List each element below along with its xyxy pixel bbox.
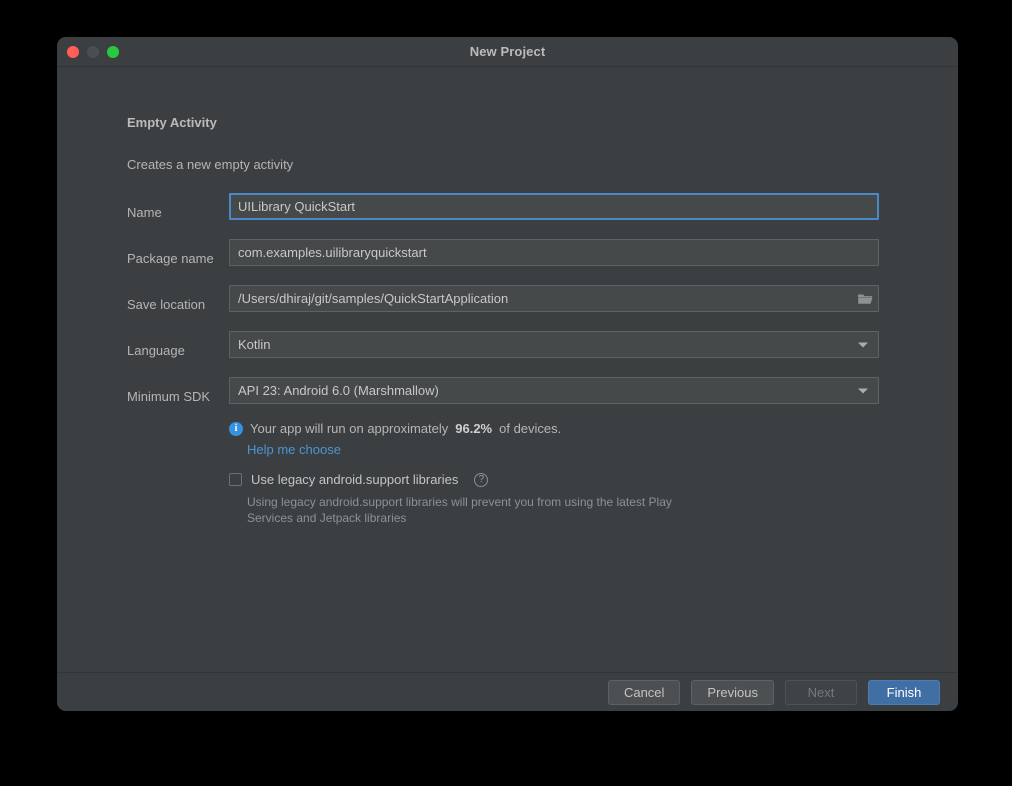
language-dropdown-value: Kotlin — [238, 337, 271, 352]
label-name: Name — [127, 205, 162, 220]
chevron-down-icon[interactable] — [858, 342, 868, 347]
form-row-language: Language Kotlin — [57, 331, 958, 377]
folder-icon[interactable] — [856, 291, 874, 307]
label-save-location: Save location — [127, 297, 206, 312]
device-coverage-percent: 96.2% — [455, 421, 493, 436]
form-row-package-name: Package name com.examples.uilibraryquick… — [57, 239, 958, 285]
form-row-name: Name UILibrary QuickStart — [57, 193, 958, 239]
device-coverage-line: i Your app will run on approximately 96.… — [229, 421, 561, 436]
label-package-name: Package name — [127, 251, 214, 266]
info-icon: i — [229, 421, 243, 436]
dialog-footer: Cancel Previous Next Finish — [57, 672, 958, 711]
language-dropdown[interactable]: Kotlin — [229, 331, 879, 358]
page-title: Empty Activity — [127, 115, 217, 130]
package-name-input-value: com.examples.uilibraryquickstart — [238, 245, 427, 260]
help-me-choose-link[interactable]: Help me choose — [247, 442, 341, 457]
label-language: Language — [127, 343, 185, 358]
previous-button[interactable]: Previous — [691, 680, 774, 705]
minimum-sdk-dropdown-value: API 23: Android 6.0 (Marshmallow) — [238, 383, 439, 398]
title-bar: New Project — [57, 37, 958, 67]
chevron-down-icon[interactable] — [858, 388, 868, 393]
finish-button[interactable]: Finish — [868, 680, 940, 705]
page-subtitle: Creates a new empty activity — [127, 157, 294, 172]
next-button: Next — [785, 680, 857, 705]
minimize-window-icon[interactable] — [87, 45, 99, 58]
legacy-libraries-label[interactable]: Use legacy android.support libraries — [251, 472, 458, 487]
project-form: Name UILibrary QuickStart Package name c… — [57, 193, 958, 423]
form-row-save-location: Save location /Users/dhiraj/git/samples/… — [57, 285, 958, 331]
window-title: New Project — [469, 44, 546, 59]
minimum-sdk-dropdown[interactable]: API 23: Android 6.0 (Marshmallow) — [229, 377, 879, 404]
name-input-value: UILibrary QuickStart — [238, 199, 356, 214]
name-input[interactable]: UILibrary QuickStart — [229, 193, 879, 220]
cancel-button[interactable]: Cancel — [607, 680, 681, 705]
screen: New Project Empty Activity Creates a new… — [0, 0, 1012, 786]
maximize-window-icon[interactable] — [107, 45, 119, 58]
form-row-minimum-sdk: Minimum SDK API 23: Android 6.0 (Marshma… — [57, 377, 958, 423]
legacy-libraries-description: Using legacy android.support libraries w… — [247, 495, 672, 525]
question-circle-icon[interactable]: ? — [474, 472, 489, 487]
package-name-input[interactable]: com.examples.uilibraryquickstart — [229, 239, 879, 266]
legacy-libraries-row: Use legacy android.support libraries ? — [229, 472, 489, 487]
legacy-libraries-checkbox[interactable] — [229, 473, 242, 486]
device-coverage-text-before: Your app will run on approximately — [250, 421, 449, 436]
close-window-icon[interactable] — [67, 45, 79, 58]
new-project-dialog: New Project Empty Activity Creates a new… — [57, 37, 958, 711]
dialog-body: Empty Activity Creates a new empty activ… — [57, 67, 958, 672]
label-minimum-sdk: Minimum SDK — [127, 389, 211, 404]
save-location-input[interactable]: /Users/dhiraj/git/samples/QuickStartAppl… — [229, 285, 879, 312]
window-controls — [67, 37, 119, 66]
save-location-input-value: /Users/dhiraj/git/samples/QuickStartAppl… — [238, 291, 509, 306]
device-coverage-text-after: of devices. — [499, 421, 562, 436]
